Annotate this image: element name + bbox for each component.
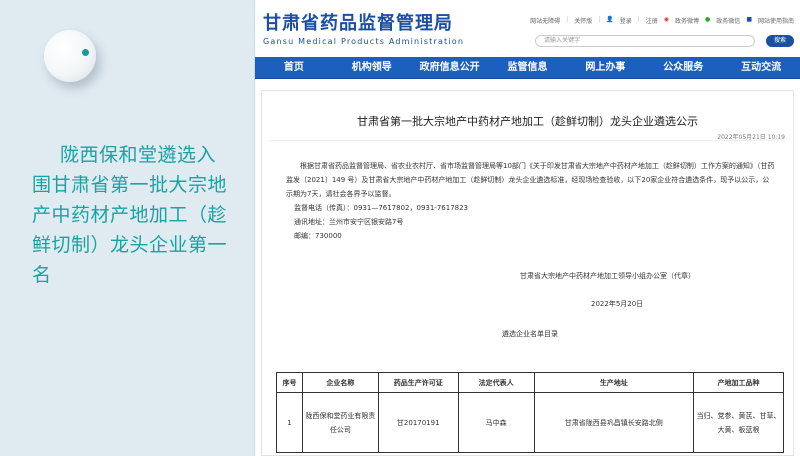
decorative-dot-icon (82, 49, 89, 56)
cell-index: 1 (276, 392, 303, 453)
register-link[interactable]: 注册 (646, 16, 658, 25)
separator: | (598, 16, 601, 23)
guide-icon: ■ (746, 16, 752, 23)
cell-license: 甘20170191 (377, 392, 459, 453)
table-header: 生产地址 (533, 372, 695, 393)
table-header: 企业名称 (301, 372, 379, 393)
decorative-circle-icon (44, 30, 96, 82)
cell-representative: 马中森 (457, 392, 535, 453)
table-header-row: 序号 企业名称 药品生产许可证 法定代表人 生产地址 产地加工品种 (276, 372, 784, 393)
table-header: 药品生产许可证 (377, 372, 459, 393)
main-nav: 首页 机构领导 政府信息公开 监管信息 网上办事 公众服务 互动交流 (255, 57, 800, 79)
accessibility-link[interactable]: 网站无障碍 (530, 16, 560, 25)
webpage-screenshot: 甘肃省药品监督管理局 Gansu Medical Products Admini… (255, 0, 800, 456)
search-input[interactable]: 请输入关键字 (535, 35, 755, 47)
article-title: 甘肃省第一批大宗地产中药材产地加工（趁鲜切制）龙头企业遴选公示 (357, 115, 698, 128)
enterprise-table: 序号 企业名称 药品生产许可证 法定代表人 生产地址 产地加工品种 1 陇西保和… (276, 372, 784, 453)
cell-address: 甘肃省陇西县巩昌镇长安路北侧 (533, 392, 695, 453)
table-header: 产地加工品种 (693, 372, 784, 393)
cell-varieties: 当归、党参、黄芪、甘草、大黄、板蓝根 (693, 392, 784, 453)
weibo-link[interactable]: 政务微博 (675, 16, 699, 25)
nav-leaders[interactable]: 机构领导 (333, 57, 411, 78)
cell-company: 陇西保和堂药业有限责任公司 (301, 392, 379, 453)
top-links: 网站无障碍 | 关怀版 | 👤 登录 | 注册 ◉ 政务微博 ● 政务微信 ■ … (530, 16, 794, 25)
table-header: 法定代表人 (457, 372, 535, 393)
guide-link[interactable]: 网站使用指南 (758, 16, 794, 25)
nav-info-disclosure[interactable]: 政府信息公开 (411, 57, 489, 78)
slide-headline: 陇西保和堂遴选入围甘肃省第一批大宗地产中药材产地加工（趁鲜切制）龙头企业第一名 (32, 144, 228, 286)
contact-postcode: 邮编：730000 (294, 232, 342, 240)
nav-regulation[interactable]: 监管信息 (489, 57, 567, 78)
separator: | (566, 16, 569, 23)
search-button[interactable]: 搜索 (766, 35, 794, 47)
nav-public-service[interactable]: 公众服务 (644, 57, 722, 78)
table-row: 1 陇西保和堂药业有限责任公司 甘20170191 马中森 甘肃省陇西县巩昌镇长… (276, 392, 784, 453)
user-icon: 👤 (606, 16, 614, 23)
login-link[interactable]: 登录 (620, 16, 632, 25)
list-title: 遴选企业名单目录 (502, 330, 558, 338)
article-container: 甘肃省第一批大宗地产中药材产地加工（趁鲜切制）龙头企业遴选公示 2022年05月… (261, 90, 794, 456)
signature-date: 2022年5月20日 (591, 300, 644, 308)
divider (270, 140, 785, 141)
wechat-icon: ● (705, 16, 711, 23)
weibo-icon: ◉ (663, 16, 670, 23)
slide-panel: 陇西保和堂遴选入围甘肃省第一批大宗地产中药材产地加工（趁鲜切制）龙头企业第一名 (0, 0, 255, 456)
contact-phone: 监督电话（传真）：0931—7617802，0931-7617823 (294, 204, 469, 212)
table-header: 序号 (276, 372, 303, 393)
article-body: 根据甘肃省药品监督管理局、省农业农村厅、省市场监督管理局等10部门《关于印发甘肃… (286, 159, 776, 243)
nav-interaction[interactable]: 互动交流 (722, 57, 800, 78)
site-logo-cn[interactable]: 甘肃省药品监督管理局 (263, 9, 453, 35)
site-logo-en: Gansu Medical Products Administration (263, 37, 465, 46)
care-mode-link[interactable]: 关怀版 (574, 16, 592, 25)
contact-address: 通讯地址：兰州市安宁区银安路7号 (294, 218, 404, 226)
nav-home[interactable]: 首页 (255, 57, 333, 78)
signature-org: 甘肃省大宗地产中药材产地加工领导小组办公室（代章） (520, 272, 695, 280)
site-header: 甘肃省药品监督管理局 Gansu Medical Products Admini… (255, 0, 800, 57)
article-paragraph: 根据甘肃省药品监督管理局、省农业农村厅、省市场监督管理局等10部门《关于印发甘肃… (286, 162, 775, 198)
wechat-link[interactable]: 政务微信 (716, 16, 740, 25)
separator: | (637, 16, 640, 23)
nav-online-service[interactable]: 网上办事 (566, 57, 644, 78)
